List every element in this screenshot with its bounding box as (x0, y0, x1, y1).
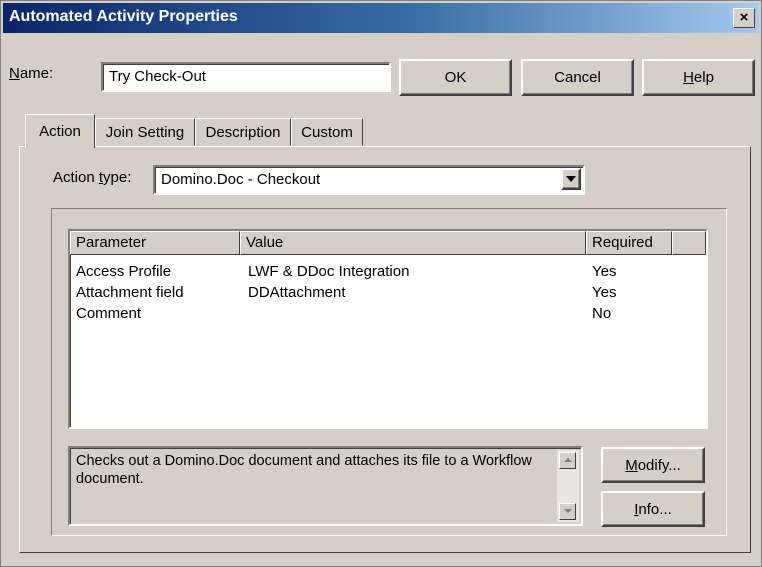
tab-join-setting[interactable]: Join Setting (95, 118, 195, 146)
help-accesskey: H (683, 69, 694, 86)
cancel-button-label: Cancel (554, 69, 601, 86)
info-label-rest: nfo... (638, 500, 672, 518)
modify-button-label: Modify... (625, 457, 681, 474)
name-label: Name: (9, 65, 53, 82)
required-cell: Yes (592, 263, 617, 280)
required-cell: Yes (592, 284, 617, 301)
action-type-select[interactable]: Domino.Doc - Checkout (153, 165, 585, 195)
scroll-down-icon[interactable] (559, 503, 576, 520)
action-type-value: Domino.Doc - Checkout (161, 171, 321, 188)
tab-description[interactable]: Description (195, 118, 291, 146)
close-icon[interactable]: × (733, 8, 755, 28)
column-header-parameter[interactable]: Parameter (70, 231, 240, 255)
cancel-button[interactable]: Cancel (521, 59, 634, 96)
required-cell: No (592, 305, 612, 322)
tab-description-label: Description (205, 123, 281, 141)
column-header-value[interactable]: Value (240, 231, 586, 255)
ok-button-label: OK (444, 69, 467, 86)
column-header-required[interactable]: Required (586, 231, 672, 255)
tab-action-label: Action (39, 123, 81, 140)
tab-join-setting-label: Join Setting (105, 123, 185, 141)
value-cell: DDAttachment (248, 284, 346, 301)
help-button-label: Help (683, 69, 714, 86)
tab-custom-label: Custom (301, 123, 353, 141)
title-bar[interactable]: Automated Activity Properties × (3, 3, 759, 33)
action-type-label-post: ype: (103, 169, 132, 186)
action-type-label: Action type: (53, 169, 131, 186)
ok-button[interactable]: OK (399, 59, 512, 96)
modify-label-rest: odify... (637, 456, 681, 474)
chevron-down-icon[interactable] (561, 168, 581, 190)
tab-action[interactable]: Action (25, 114, 95, 148)
window-title: Automated Activity Properties (9, 8, 238, 25)
automated-activity-properties-dialog: Automated Activity Properties × Name: Tr… (0, 0, 762, 567)
modify-button[interactable]: Modify... (601, 447, 705, 483)
param-cell: Comment (76, 305, 142, 322)
param-cell: Attachment field (76, 284, 184, 301)
name-field[interactable]: Try Check-Out (101, 62, 391, 92)
modify-accesskey: M (625, 456, 638, 474)
name-label-accesskey: N (9, 65, 20, 82)
info-button-label: Info... (634, 501, 672, 518)
name-field-value: Try Check-Out (109, 68, 206, 85)
action-type-label-pre: Action (53, 169, 99, 186)
help-label-rest: elp (693, 69, 714, 86)
description-text: Checks out a Domino.Doc document and att… (76, 453, 532, 487)
name-label-rest: ame: (19, 65, 54, 82)
tab-custom[interactable]: Custom (291, 118, 363, 146)
help-button[interactable]: Help (642, 59, 755, 96)
column-header-blank (672, 231, 706, 255)
description-scrollbar[interactable] (557, 450, 579, 522)
scroll-up-icon[interactable] (559, 452, 576, 469)
parameters-table[interactable]: Parameter Value Required Access Profile … (68, 229, 708, 429)
value-cell: LWF & DDoc Integration (248, 263, 410, 280)
info-button[interactable]: Info... (601, 491, 705, 527)
param-cell: Access Profile (76, 263, 172, 280)
description-textarea[interactable]: Checks out a Domino.Doc document and att… (68, 446, 583, 526)
